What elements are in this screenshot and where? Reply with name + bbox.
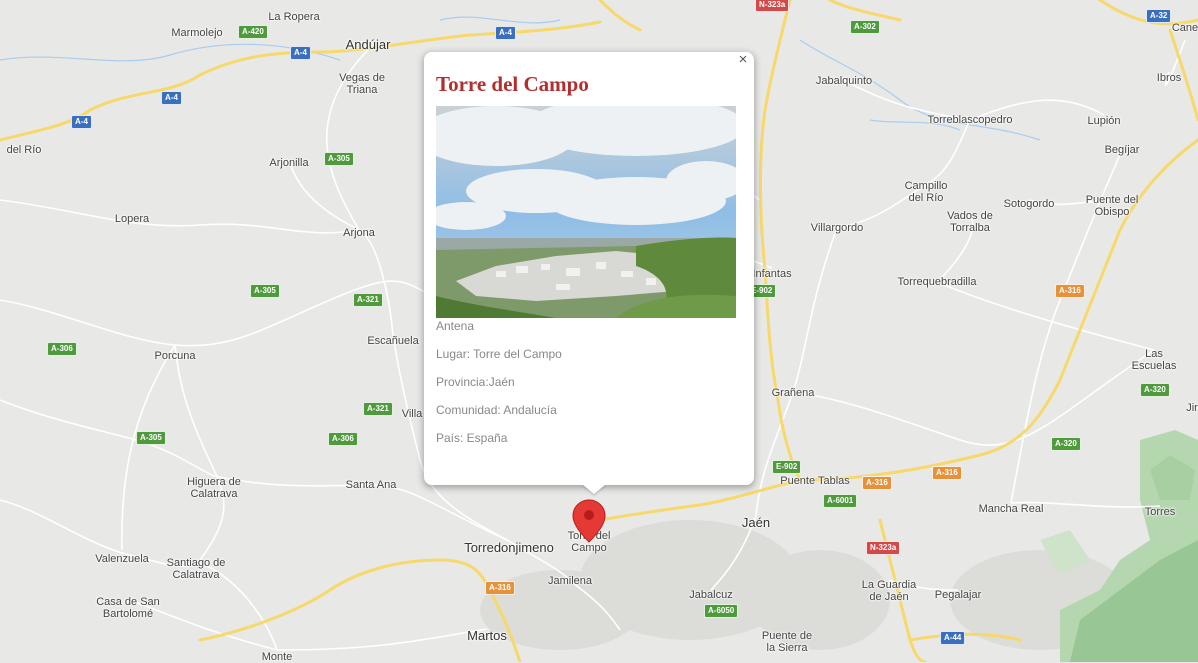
place-label[interactable]: Higuera de Calatrava — [187, 476, 241, 500]
road-shield: A-4 — [71, 115, 92, 129]
landscape-photo — [436, 106, 736, 318]
road-shield: A-4 — [495, 26, 516, 40]
road-shield: E-902 — [772, 460, 802, 474]
place-label[interactable]: Grañena — [772, 387, 815, 399]
place-label[interactable]: Puente Tablas — [780, 475, 850, 487]
road-shield: A-420 — [238, 25, 268, 39]
place-label[interactable]: Vados de Torralba — [947, 210, 993, 234]
place-label[interactable]: Ibros — [1157, 72, 1181, 84]
road-shield: A-320 — [1140, 383, 1170, 397]
place-label[interactable]: Infantas — [752, 268, 791, 280]
place-label[interactable]: Escañuela — [367, 335, 418, 347]
place-label[interactable]: Villargordo — [811, 222, 863, 234]
place-label[interactable]: Torreblascopedro — [928, 114, 1013, 126]
place-label[interactable]: Santiago de Calatrava — [167, 557, 226, 581]
info-provincia: Provincia:Jaén — [436, 375, 515, 389]
place-label[interactable]: Casa de San Bartolomé — [96, 596, 160, 620]
road-shield: N-323a — [755, 0, 790, 12]
road-shield: A-305 — [136, 431, 166, 445]
road-shield: A-32 — [1146, 9, 1172, 23]
place-label[interactable]: Puente del Obispo — [1086, 194, 1139, 218]
place-label[interactable]: Jaén — [742, 516, 770, 530]
location-pin-icon[interactable] — [570, 498, 608, 544]
place-label[interactable]: Jabalquinto — [816, 75, 872, 87]
info-lugar: Lugar: Torre del Campo — [436, 347, 562, 361]
place-label[interactable]: Arjona — [343, 227, 375, 239]
place-label[interactable]: Porcuna — [155, 350, 196, 362]
place-label[interactable]: Lupión — [1087, 115, 1120, 127]
place-label[interactable]: Las Escuelas — [1132, 348, 1177, 372]
road-shield: A-306 — [328, 432, 358, 446]
road-shield: N-323a — [866, 541, 901, 555]
road-shield: A-321 — [353, 293, 383, 307]
road-shield: A-316 — [932, 466, 962, 480]
road-shield: A-4 — [290, 46, 311, 60]
place-label[interactable]: Jir — [1186, 402, 1198, 414]
road-shield: A-6001 — [823, 494, 858, 508]
place-label[interactable]: del Río — [7, 144, 42, 156]
place-label[interactable]: Lopera — [115, 213, 149, 225]
road-shield: A-302 — [850, 20, 880, 34]
place-label[interactable]: Pegalajar — [935, 589, 981, 601]
popup-pointer — [582, 484, 606, 494]
info-pais: País: España — [436, 431, 508, 445]
road-shield: A-305 — [324, 152, 354, 166]
road-shield: A-316 — [1055, 284, 1085, 298]
road-shield: A-321 — [363, 402, 393, 416]
place-label[interactable]: Arjonilla — [269, 157, 308, 169]
place-label[interactable]: La Ropera — [268, 11, 319, 23]
place-label[interactable]: Villa — [402, 408, 423, 420]
place-label[interactable]: Andújar — [346, 38, 391, 52]
photo-caption: Antena — [436, 319, 475, 333]
place-label[interactable]: Torredonjimeno — [464, 541, 554, 555]
place-label[interactable]: Jamilena — [548, 575, 592, 587]
place-label[interactable]: Cane — [1172, 22, 1198, 34]
place-label[interactable]: La Guardia de Jaén — [862, 579, 916, 603]
road-shield: A-6050 — [704, 604, 739, 618]
road-shield: A-4 — [161, 91, 182, 105]
road-shield: A-316 — [485, 581, 515, 595]
place-label[interactable]: Campillo del Río — [905, 180, 948, 204]
info-comunidad: Comunidad: Andalucía — [436, 403, 557, 417]
place-label[interactable]: Torres — [1145, 506, 1176, 518]
place-label[interactable]: Torrequebradilla — [898, 276, 977, 288]
road-shield: A-305 — [250, 284, 280, 298]
road-shield: A-320 — [1051, 437, 1081, 451]
place-label[interactable]: Mancha Real — [979, 503, 1044, 515]
place-label[interactable]: Valenzuela — [95, 553, 149, 565]
place-label[interactable]: Monte — [262, 651, 293, 663]
place-label[interactable]: Vegas de Triana — [339, 72, 385, 96]
road-shield: A-306 — [47, 342, 77, 356]
place-label[interactable]: Santa Ana — [346, 479, 397, 491]
place-label[interactable]: Sotogordo — [1004, 198, 1055, 210]
place-label[interactable]: Begíjar — [1105, 144, 1140, 156]
place-label[interactable]: Martos — [467, 629, 507, 643]
info-popup: Torre del Campo × Antena Lugar: Torre de… — [424, 52, 754, 485]
popup-title: Torre del Campo — [436, 72, 589, 96]
place-label[interactable]: Jabalcuz — [689, 589, 732, 601]
road-shield: A-44 — [940, 631, 966, 645]
place-label[interactable]: Marmolejo — [171, 27, 222, 39]
place-label[interactable]: Puente de la Sierra — [762, 630, 812, 654]
close-icon[interactable]: × — [736, 52, 750, 68]
road-shield: A-316 — [862, 476, 892, 490]
